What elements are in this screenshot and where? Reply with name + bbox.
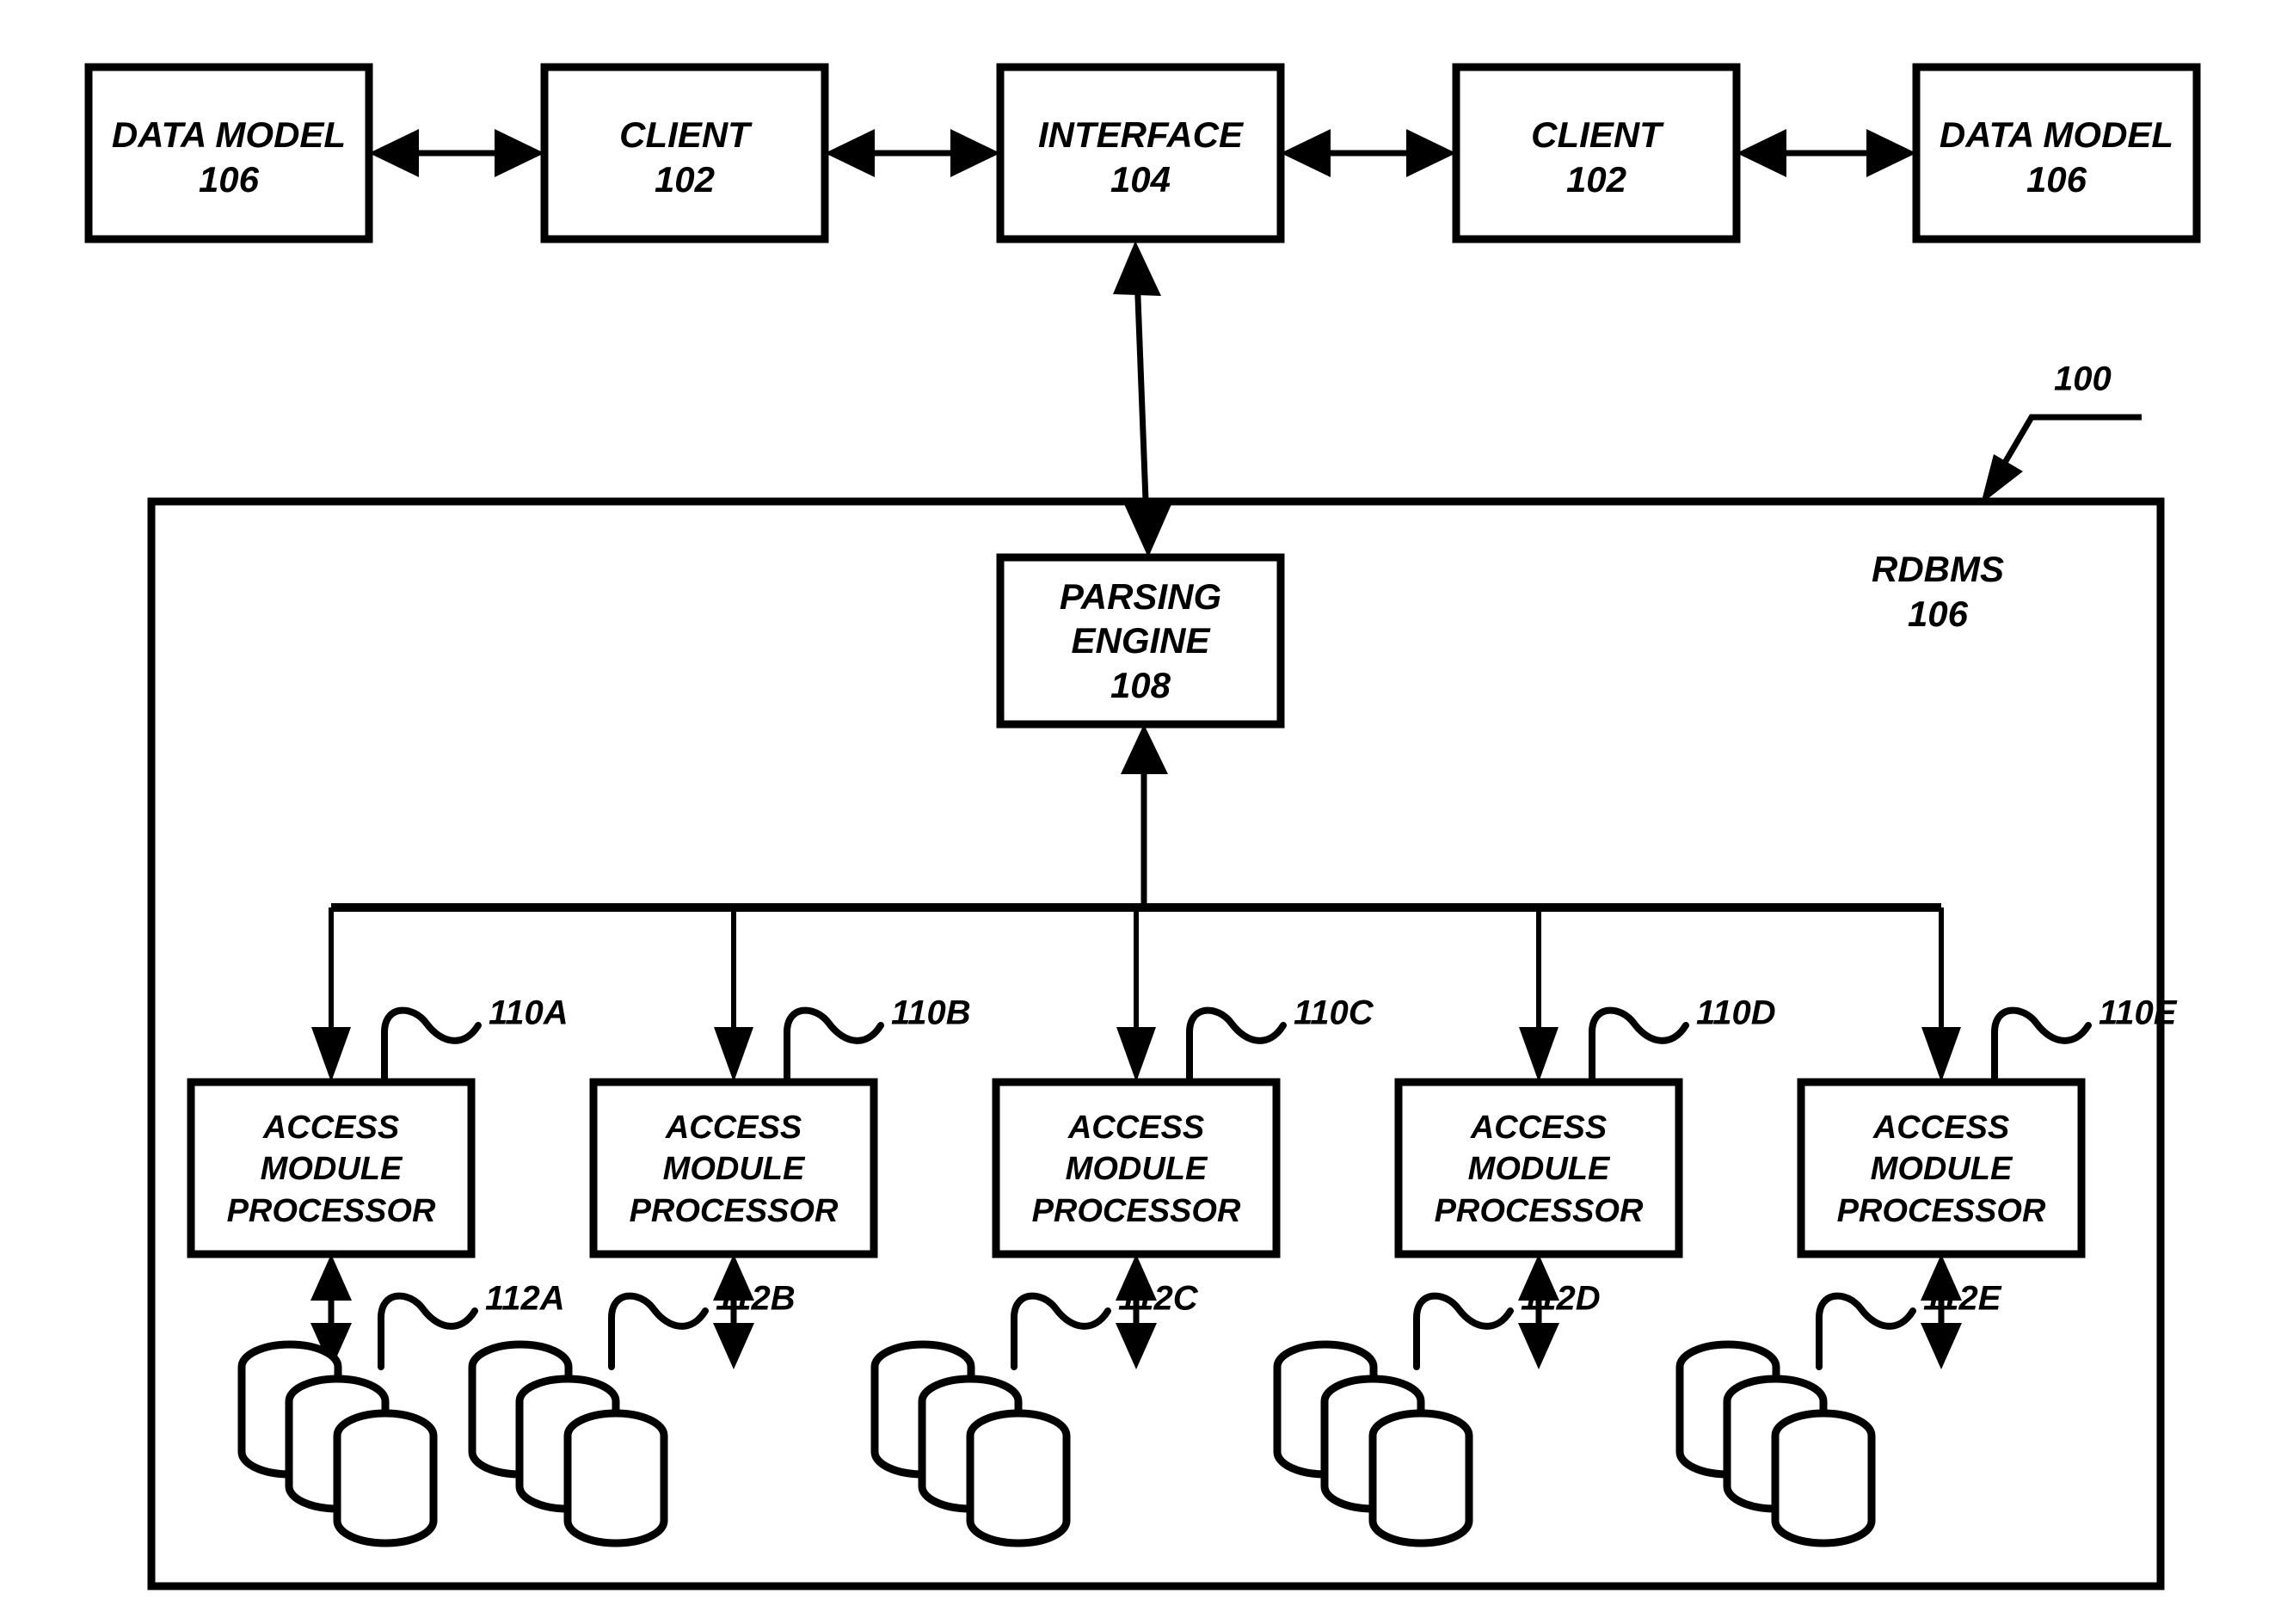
client-right-box[interactable]: CLIENT 102 xyxy=(1452,63,1741,243)
parsing-engine-to-bus-connector xyxy=(1121,724,1168,907)
storage-1-leader-squiggle xyxy=(378,1292,478,1370)
data-model-right-numeral: 106 xyxy=(2026,159,2087,200)
arrow-interface-to-client-right xyxy=(1281,129,1456,177)
amp-1-line1: ACCESS xyxy=(262,1110,399,1146)
client-left-title: CLIENT xyxy=(619,114,753,155)
amp-4-reference-label: 110D xyxy=(1696,994,1776,1032)
arrow-client-right-to-data-model-right xyxy=(1737,129,1916,177)
amp-2-reference-label: 110B xyxy=(891,994,971,1032)
amp-5-line3: PROCESSOR xyxy=(1837,1193,2046,1229)
client-left-box[interactable]: CLIENT 102 xyxy=(540,63,829,243)
storage-stack-5 xyxy=(1675,1340,1876,1547)
patent-figure-page: DATA MODEL 106 CLIENT 102 INTERFACE 104 xyxy=(0,0,2287,1624)
storage-3-leader-squiggle xyxy=(1011,1292,1111,1370)
amp-2-line3: PROCESSOR xyxy=(630,1193,839,1229)
storage-stack-2 xyxy=(468,1340,668,1547)
amp-4-line1: ACCESS xyxy=(1470,1110,1607,1146)
amp-5-line2: MODULE xyxy=(1871,1151,2013,1187)
arrow-data-model-left-to-client-left xyxy=(369,129,544,177)
arrow-client-left-to-interface xyxy=(825,129,1000,177)
access-module-processor-4[interactable]: ACCESS MODULE PROCESSOR xyxy=(1394,1078,1683,1258)
access-module-processor-1[interactable]: ACCESS MODULE PROCESSOR xyxy=(187,1078,476,1258)
amp-1-reference-label: 110A xyxy=(489,994,569,1032)
bus-drop-4 xyxy=(1519,907,1558,1082)
rdbms-numeral: 106 xyxy=(1908,594,1969,634)
access-module-processor-3[interactable]: ACCESS MODULE PROCESSOR xyxy=(992,1078,1281,1258)
amp-4-line2: MODULE xyxy=(1468,1151,1611,1187)
data-model-left-box[interactable]: DATA MODEL 106 xyxy=(84,63,373,243)
amp-3-reference-label: 110C xyxy=(1294,994,1374,1032)
amp-3-line1: ACCESS xyxy=(1067,1110,1204,1146)
storage-5-leader-squiggle xyxy=(1816,1292,1916,1370)
storage-stack-4 xyxy=(1273,1340,1473,1547)
storage-4-reference-label: 112D xyxy=(1521,1280,1601,1318)
interface-numeral: 104 xyxy=(1110,159,1171,200)
storage-5-reference-label: 112E xyxy=(1923,1280,2002,1318)
amp-5-reference-label: 110E xyxy=(2099,994,2178,1032)
amp-3-line3: PROCESSOR xyxy=(1032,1193,1241,1229)
reference-numeral-100: 100 xyxy=(2054,360,2112,398)
amp-4-line3: PROCESSOR xyxy=(1435,1193,1644,1229)
parsing-engine-line1: PARSING xyxy=(1060,576,1221,617)
access-module-processor-5[interactable]: ACCESS MODULE PROCESSOR xyxy=(1797,1078,2086,1258)
storage-4-leader-squiggle xyxy=(1413,1292,1514,1370)
system-architecture-diagram: DATA MODEL 106 CLIENT 102 INTERFACE 104 xyxy=(84,63,2201,1590)
amp-1-line3: PROCESSOR xyxy=(227,1193,436,1229)
bus-drop-2 xyxy=(714,907,753,1082)
arrow-interface-to-parsing-engine xyxy=(1113,241,1172,557)
data-model-left-title: DATA MODEL xyxy=(112,114,346,155)
reference-100-leader xyxy=(1981,414,2142,504)
storage-3-reference-label: 112C xyxy=(1118,1280,1199,1318)
bus-drop-3 xyxy=(1116,907,1156,1082)
data-model-right-title: DATA MODEL xyxy=(1940,114,2173,155)
amp-3-leader-squiggle xyxy=(1186,1006,1287,1086)
storage-2-leader-squiggle xyxy=(608,1292,709,1370)
client-right-title: CLIENT xyxy=(1531,114,1664,155)
amp-1-leader-squiggle xyxy=(381,1006,482,1086)
amp-2-line2: MODULE xyxy=(663,1151,806,1187)
amp-4-leader-squiggle xyxy=(1589,1006,1689,1086)
amp-5-line1: ACCESS xyxy=(1872,1110,2009,1146)
interface-box[interactable]: INTERFACE 104 xyxy=(996,63,1285,243)
bus-drop-1 xyxy=(311,907,351,1082)
data-model-left-numeral: 106 xyxy=(199,159,260,200)
amp-1-line2: MODULE xyxy=(261,1151,403,1187)
storage-1-reference-label: 112A xyxy=(485,1280,565,1318)
amp-2-line1: ACCESS xyxy=(665,1110,802,1146)
interface-title: INTERFACE xyxy=(1038,114,1245,155)
data-model-right-box[interactable]: DATA MODEL 106 xyxy=(1912,63,2201,243)
bus-drop-5 xyxy=(1921,907,1961,1082)
client-left-numeral: 102 xyxy=(655,159,715,200)
amp-5-leader-squiggle xyxy=(1991,1006,2092,1086)
storage-2-reference-label: 112B xyxy=(716,1280,796,1318)
parsing-engine-box[interactable]: PARSING ENGINE 108 xyxy=(996,553,1285,729)
client-right-numeral: 102 xyxy=(1566,159,1626,200)
storage-stack-3 xyxy=(870,1340,1071,1547)
parsing-engine-line2: ENGINE xyxy=(1071,620,1211,661)
access-module-processor-2[interactable]: ACCESS MODULE PROCESSOR xyxy=(589,1078,878,1258)
parsing-engine-numeral: 108 xyxy=(1110,665,1171,705)
rdbms-label: RDBMS xyxy=(1872,549,2004,589)
amp-3-line2: MODULE xyxy=(1066,1151,1208,1187)
storage-stack-1 xyxy=(237,1340,438,1547)
amp-2-leader-squiggle xyxy=(784,1006,884,1086)
